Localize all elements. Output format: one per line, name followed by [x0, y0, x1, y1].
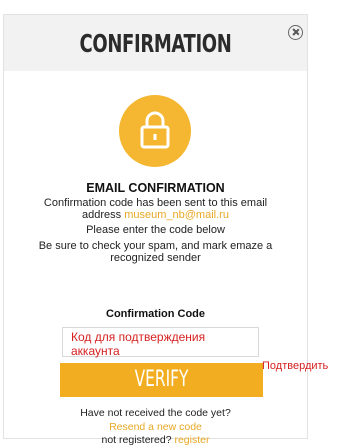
- email-address: museum_nb@mail.ru: [124, 209, 229, 221]
- info-line-2-prefix: address: [82, 209, 125, 221]
- code-input-annotation: Код для подтверждения аккаунта: [71, 330, 206, 358]
- info-line-4: Be sure to check your spam, and mark ema…: [38, 240, 273, 252]
- not-received-text: Have not received the code yet?: [80, 407, 231, 419]
- info-line-1: Confirmation code has been sent to this …: [43, 197, 268, 209]
- verify-button[interactable]: VERIFY: [60, 363, 263, 397]
- not-registered-line: not registered? register: [4, 434, 307, 446]
- close-icon[interactable]: [288, 25, 303, 40]
- not-registered-text: not registered?: [101, 434, 172, 446]
- dialog-header: CONFIRMATION: [4, 15, 307, 71]
- info-line-3: Please enter the code below: [86, 224, 225, 236]
- confirmation-dialog: CONFIRMATION EMAIL CONFIRMATION Confirma…: [3, 14, 308, 446]
- register-link[interactable]: register: [174, 434, 209, 446]
- info-line-2: address museum_nb@mail.ru: [4, 209, 307, 221]
- verify-annotation: Подтвердить: [262, 360, 329, 372]
- info-line-5: recognized sender: [110, 252, 201, 264]
- confirmation-code-label: Confirmation Code: [106, 308, 205, 320]
- resend-code-link[interactable]: Resend a new code: [4, 421, 307, 433]
- verify-button-label: VERIFY: [134, 367, 189, 392]
- confirmation-code-input[interactable]: Код для подтверждения аккаунта: [62, 327, 259, 358]
- dialog-title: CONFIRMATION: [79, 29, 232, 58]
- lock-icon: [119, 95, 191, 167]
- email-confirmation-heading: EMAIL CONFIRMATION: [86, 181, 225, 195]
